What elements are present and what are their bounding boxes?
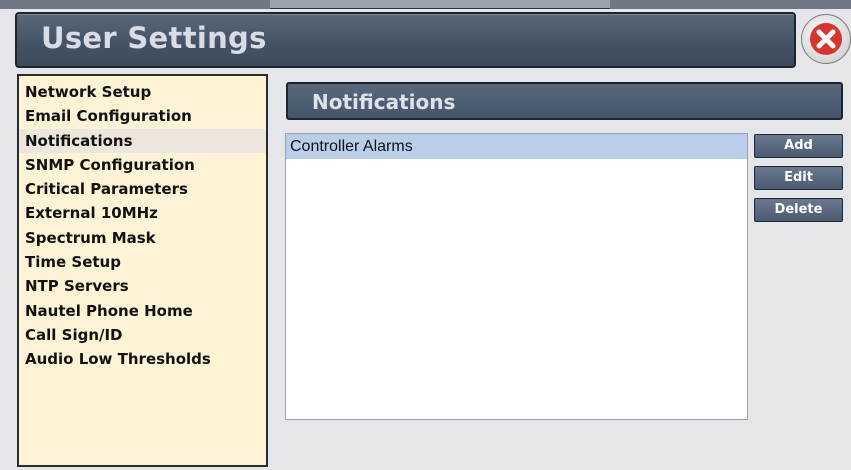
list-item[interactable]: Controller Alarms bbox=[286, 134, 747, 159]
sidebar-item-external-10mhz[interactable]: External 10MHz bbox=[19, 201, 266, 225]
edit-button[interactable]: Edit bbox=[754, 166, 843, 190]
sidebar-item-snmp-configuration[interactable]: SNMP Configuration bbox=[19, 153, 266, 177]
section-header: Notifications bbox=[286, 82, 843, 120]
sidebar-item-time-setup[interactable]: Time Setup bbox=[19, 250, 266, 274]
top-strip bbox=[0, 0, 851, 9]
close-button[interactable] bbox=[801, 14, 851, 64]
page-title: User Settings bbox=[41, 21, 267, 55]
sidebar-item-email-configuration[interactable]: Email Configuration bbox=[19, 104, 266, 128]
close-x-icon bbox=[810, 23, 842, 55]
sidebar-item-spectrum-mask[interactable]: Spectrum Mask bbox=[19, 226, 266, 250]
sidebar-item-network-setup[interactable]: Network Setup bbox=[19, 80, 266, 104]
top-tab bbox=[270, 0, 610, 9]
sidebar: Network Setup Email Configuration Notifi… bbox=[17, 74, 268, 467]
sidebar-item-ntp-servers[interactable]: NTP Servers bbox=[19, 274, 266, 298]
title-bar: User Settings bbox=[15, 12, 796, 68]
section-title: Notifications bbox=[312, 90, 456, 114]
delete-button[interactable]: Delete bbox=[754, 198, 843, 222]
sidebar-item-nautel-phone-home[interactable]: Nautel Phone Home bbox=[19, 299, 266, 323]
sidebar-item-critical-parameters[interactable]: Critical Parameters bbox=[19, 177, 266, 201]
add-button[interactable]: Add bbox=[754, 134, 843, 158]
sidebar-item-call-sign-id[interactable]: Call Sign/ID bbox=[19, 323, 266, 347]
sidebar-item-audio-low-thresholds[interactable]: Audio Low Thresholds bbox=[19, 347, 266, 371]
sidebar-item-notifications[interactable]: Notifications bbox=[19, 128, 266, 153]
notifications-list: Controller Alarms bbox=[285, 133, 748, 420]
